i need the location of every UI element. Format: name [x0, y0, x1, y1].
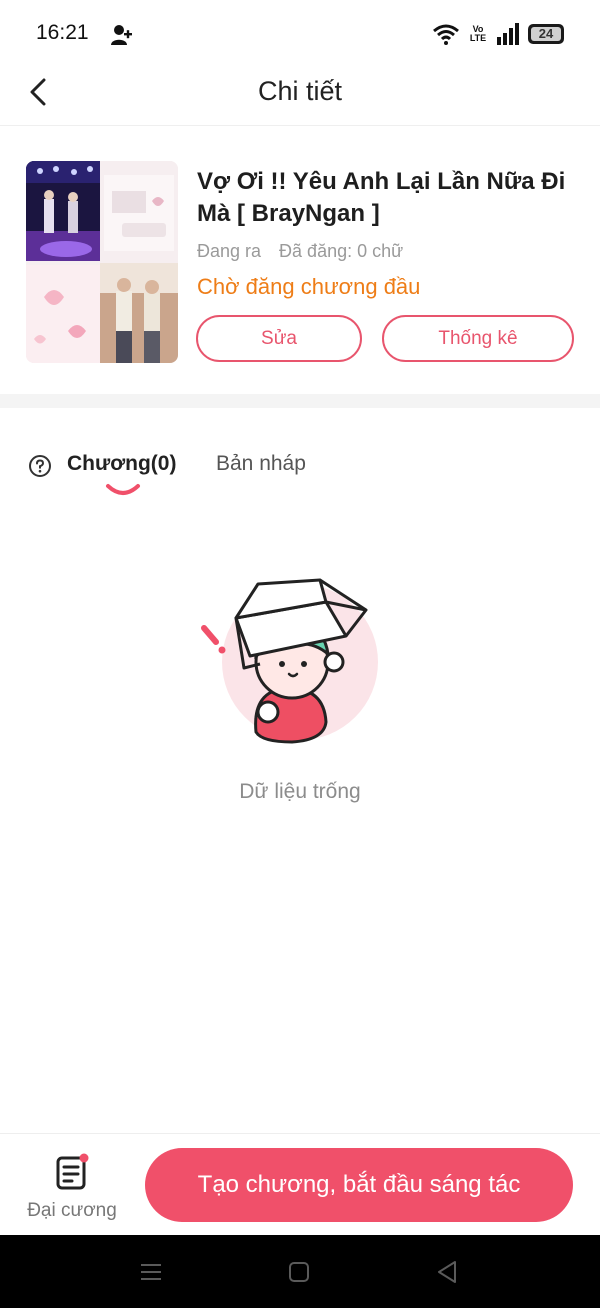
stats-button[interactable]: Thống kê — [382, 315, 574, 362]
system-nav-bar — [0, 1235, 600, 1308]
nav-back-icon[interactable] — [436, 1260, 458, 1284]
tab-active-indicator — [106, 484, 140, 495]
wifi-icon — [433, 24, 459, 45]
outline-label: Đại cương — [27, 1200, 117, 1221]
status-time: 16:21 — [36, 21, 89, 44]
story-cover-image[interactable] — [26, 161, 178, 363]
story-word-count: Đã đăng: 0 chữ — [279, 241, 404, 261]
status-icons: Vo LTE 24 — [432, 22, 564, 46]
tab-drafts[interactable]: Bản nháp — [216, 452, 306, 476]
nav-home-icon[interactable] — [288, 1261, 310, 1283]
section-divider — [0, 394, 600, 408]
person-add-icon — [111, 25, 132, 45]
story-title[interactable]: Vợ Ơi !! Yêu Anh Lại Lần Nữa Đi Mà [ Bra… — [197, 166, 577, 230]
document-icon — [56, 1153, 89, 1190]
help-icon[interactable] — [28, 454, 52, 478]
volte-indicator: Vo LTE — [469, 24, 487, 43]
signal-icon — [497, 23, 519, 45]
empty-state-text: Dữ liệu trống — [239, 780, 361, 803]
battery-icon: 24 — [528, 24, 564, 44]
header: Chi tiết — [0, 60, 600, 126]
story-meta: Đang ra Đã đăng: 0 chữ — [197, 241, 403, 262]
tab-chapters[interactable]: Chương(0) — [67, 452, 176, 476]
outline-button[interactable]: Đại cương — [20, 1150, 124, 1230]
battery-level: 24 — [538, 26, 554, 41]
pending-label: Chờ đăng chương đầu — [197, 274, 421, 299]
status-bar: 16:21 Vo LTE 24 — [0, 0, 600, 66]
bottom-action-bar: Đại cương Tạo chương, bắt đầu sáng tác — [0, 1133, 600, 1235]
create-chapter-button[interactable]: Tạo chương, bắt đầu sáng tác — [145, 1148, 573, 1222]
nav-menu-icon[interactable] — [140, 1262, 162, 1282]
page-title: Chi tiết — [257, 76, 343, 106]
edit-button[interactable]: Sửa — [196, 315, 362, 362]
empty-box-illustration — [201, 578, 378, 744]
story-status: Đang ra — [197, 241, 262, 261]
